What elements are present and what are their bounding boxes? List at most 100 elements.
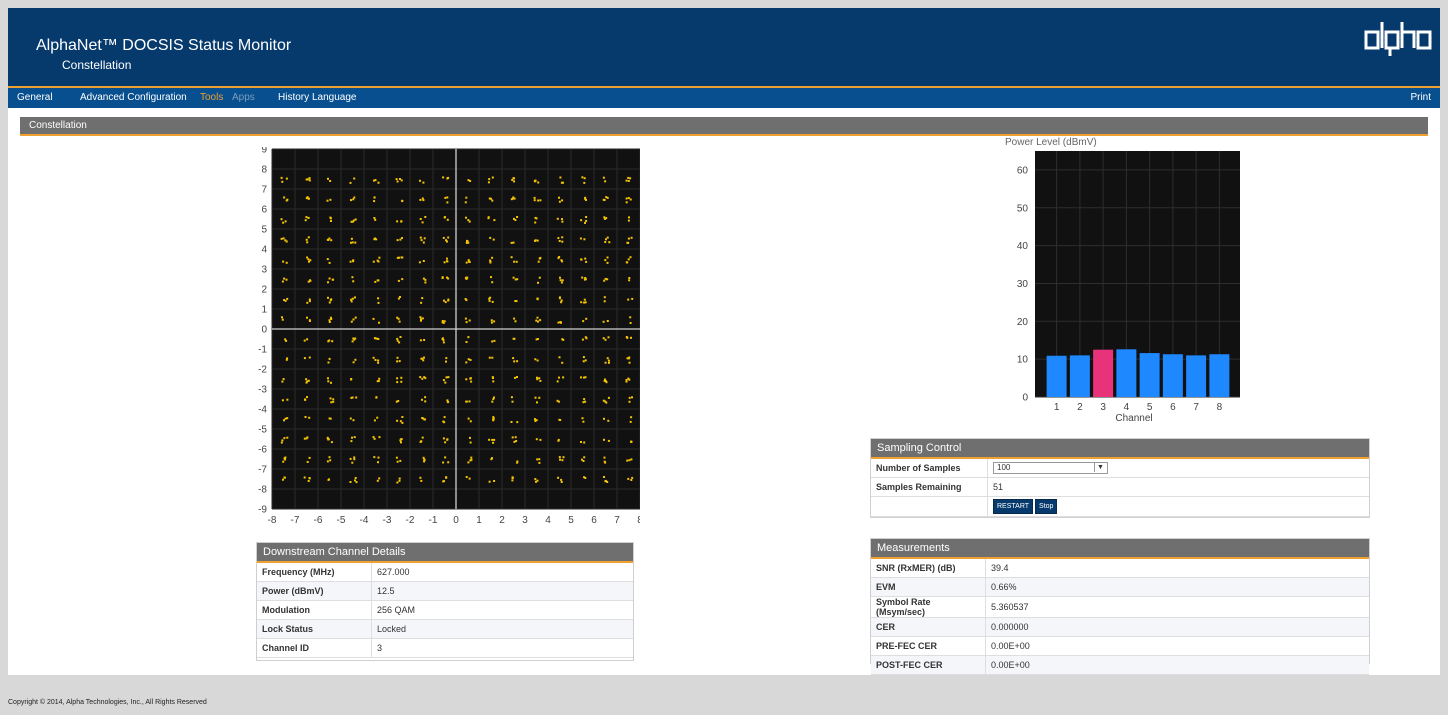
stop-button[interactable]: Stop: [1035, 499, 1058, 514]
constellation-point: [328, 277, 331, 280]
constellation-point: [352, 260, 355, 263]
constellation-point: [490, 197, 492, 200]
constellation-point: [511, 477, 514, 480]
constellation-point: [534, 478, 537, 481]
constellation-point: [468, 261, 471, 263]
power-bar-channel-5: [1139, 353, 1160, 397]
constellation-point: [280, 218, 283, 221]
nav-item-tools[interactable]: Tools: [200, 92, 223, 103]
constellation-point: [443, 320, 446, 323]
constellation-point: [469, 441, 472, 444]
power-bar-channel-1: [1046, 355, 1067, 397]
nav-item-general[interactable]: General: [17, 92, 53, 103]
constellation-point: [446, 438, 449, 441]
constellation-point: [605, 381, 608, 384]
constellation-point: [307, 197, 310, 200]
nav-item-advanced-configuration[interactable]: Advanced Configuration: [80, 92, 187, 103]
table-row: Lock Status Locked: [257, 619, 633, 639]
nav-item-language[interactable]: Language: [312, 92, 357, 103]
constellation-point: [281, 399, 284, 402]
constellation-point: [350, 199, 352, 202]
constellation-point: [378, 321, 380, 324]
constellation-point: [306, 241, 309, 244]
constellation-point: [538, 396, 541, 399]
constellation-point: [539, 438, 542, 441]
constellation-point: [582, 401, 585, 404]
constellation-point: [375, 396, 378, 399]
power-bar-channel-6: [1162, 354, 1183, 397]
samples-cell: 100 ▼: [987, 459, 1369, 478]
constellation-point: [468, 319, 471, 322]
nav-item-apps[interactable]: Apps: [232, 92, 255, 103]
measurements-panel: Measurements SNR (RxMER) (dB) 39.4 EVM 0.66…: [870, 538, 1370, 675]
constellation-point: [627, 237, 630, 240]
measurements-panel-header: Measurements: [871, 539, 1369, 559]
restart-button[interactable]: RESTART: [993, 499, 1034, 514]
table-row: Samples Remaining 51: [871, 477, 1369, 497]
table-row: Modulation 256 QAM: [257, 600, 633, 620]
constellation-point: [328, 321, 331, 323]
constellation-point: [515, 260, 518, 263]
constellation-point: [283, 476, 286, 479]
nav-item-history[interactable]: History: [278, 92, 309, 103]
constellation-point: [281, 380, 284, 383]
constellation-point: [351, 276, 354, 279]
table-row: EVM 0.66%: [871, 577, 1369, 597]
constellation-point: [583, 301, 586, 304]
constellation-point: [605, 217, 608, 220]
constellation-point: [445, 360, 447, 363]
constellation-point: [625, 380, 628, 383]
constellation-point: [442, 176, 445, 179]
constellation-point: [285, 339, 288, 342]
y-tick-label: 40: [1017, 241, 1029, 252]
constellation-point: [607, 396, 610, 399]
constellation-point: [396, 360, 399, 363]
constellation-point: [630, 479, 633, 481]
constellation-point: [283, 299, 286, 301]
constellation-point: [606, 261, 609, 264]
constellation-point: [604, 241, 607, 243]
constellation-point: [560, 281, 563, 284]
constellation-point: [352, 219, 355, 222]
y-tick-label: 10: [1017, 355, 1029, 366]
constellation-point: [354, 316, 357, 319]
y-tick-label: 3: [261, 265, 267, 276]
constellation-point: [560, 481, 563, 483]
samples-select[interactable]: 100 ▼: [993, 462, 1108, 474]
constellation-point: [329, 216, 332, 219]
constellation-point: [492, 398, 495, 401]
constellation-point: [423, 376, 426, 379]
constellation-point: [329, 198, 332, 201]
y-tick-label: 60: [1017, 165, 1029, 176]
constellation-point: [396, 239, 399, 242]
main-nav: Print General Advanced Configuration Tools…: [8, 88, 1440, 108]
constellation-point: [582, 360, 585, 363]
constellation-point: [629, 256, 632, 259]
constellation-point: [327, 177, 329, 180]
row-label: Symbol Rate (Msym/sec): [871, 596, 986, 618]
y-tick-label: 50: [1017, 203, 1029, 214]
constellation-point: [465, 261, 468, 264]
constellation-point: [396, 356, 399, 359]
constellation-point: [607, 439, 610, 442]
constellation-point: [373, 217, 376, 219]
constellation-point: [536, 338, 539, 340]
constellation-point: [328, 237, 331, 240]
constellation-point: [442, 379, 445, 382]
constellation-point: [373, 456, 376, 459]
constellation-point: [373, 437, 376, 440]
chevron-down-icon[interactable]: ▼: [1094, 463, 1106, 472]
x-tick-label: -3: [383, 515, 392, 526]
constellation-point: [351, 241, 354, 244]
constellation-point: [493, 320, 496, 323]
constellation-point: [488, 480, 491, 483]
constellation-point: [491, 438, 494, 441]
constellation-point: [581, 276, 584, 279]
constellation-point: [396, 481, 399, 484]
print-link[interactable]: Print: [1410, 92, 1431, 103]
constellation-point: [558, 418, 561, 421]
constellation-point: [306, 316, 308, 319]
sampling-panel-header: Sampling Control: [871, 439, 1369, 459]
constellation-point: [513, 260, 516, 263]
constellation-point: [557, 321, 560, 324]
